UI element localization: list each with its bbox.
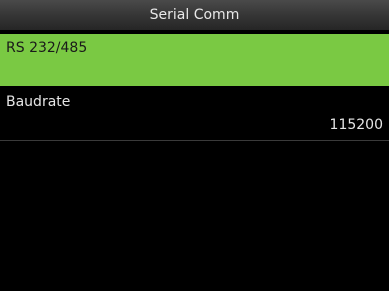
menu-item-label: RS 232/485: [6, 40, 88, 56]
menu-item-label: Baudrate: [6, 94, 71, 110]
menu-item-rs232-485[interactable]: RS 232/485: [0, 34, 389, 86]
baudrate-value: 115200: [329, 117, 383, 133]
divider: [0, 140, 389, 141]
device-screen: Serial Comm RS 232/485 Baudrate 115200: [0, 0, 389, 291]
title-bar: Serial Comm: [0, 0, 389, 30]
menu-item-baudrate[interactable]: Baudrate 115200: [0, 88, 389, 140]
page-title: Serial Comm: [149, 7, 240, 23]
